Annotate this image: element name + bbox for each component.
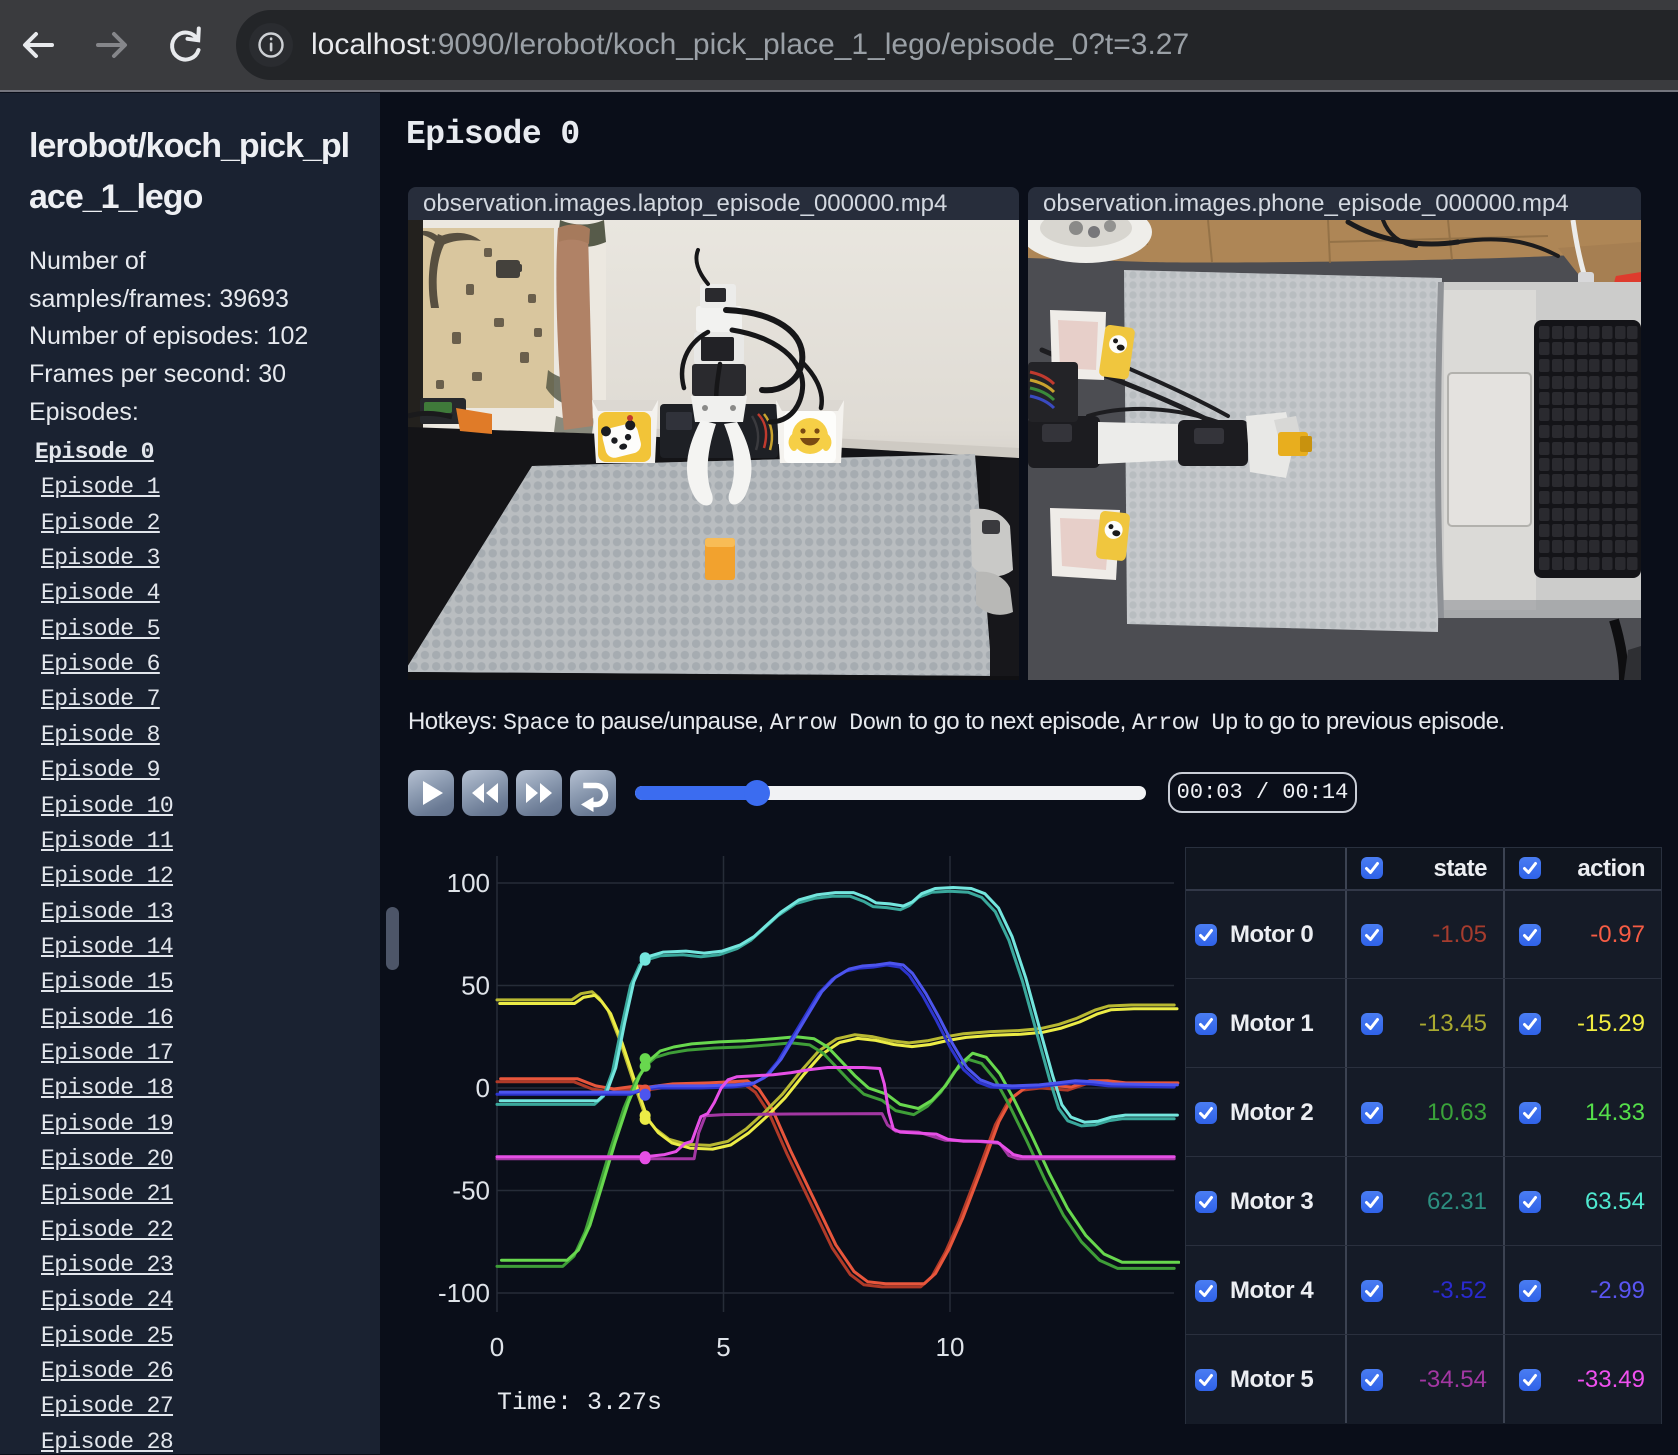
- svg-text:0: 0: [490, 1332, 504, 1362]
- svg-text:-100: -100: [438, 1278, 490, 1308]
- svg-text:100: 100: [447, 868, 490, 898]
- svg-text:50: 50: [461, 971, 490, 1001]
- svg-text:-50: -50: [452, 1176, 490, 1206]
- svg-text:10: 10: [936, 1332, 965, 1362]
- svg-text:5: 5: [716, 1332, 730, 1362]
- svg-text:0: 0: [476, 1073, 490, 1103]
